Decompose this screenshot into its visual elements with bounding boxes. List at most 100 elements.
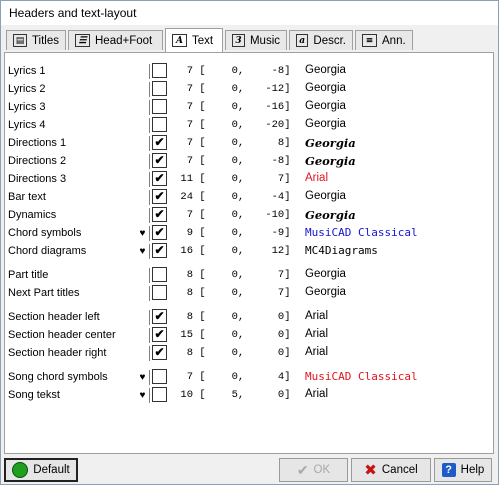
heart-icon[interactable] — [136, 100, 150, 115]
enable-checkbox[interactable]: ✔ — [152, 171, 167, 186]
enable-checkbox[interactable]: ✔ — [152, 225, 167, 240]
font-name[interactable]: Georgia — [305, 82, 346, 94]
size-offset-values[interactable]: 7 [ 0, 4] — [173, 371, 291, 383]
enable-checkbox[interactable] — [152, 267, 167, 282]
tab-label: Music — [249, 34, 280, 47]
font-name[interactable]: Georgia — [305, 208, 356, 222]
size-offset-values[interactable]: 7 [ 0, -8] — [173, 155, 291, 167]
enable-checkbox[interactable] — [152, 117, 167, 132]
tab-text[interactable]: A Text — [165, 28, 223, 52]
enable-checkbox[interactable]: ✔ — [152, 243, 167, 258]
font-name[interactable]: Arial — [305, 346, 328, 358]
font-name[interactable]: Georgia — [305, 286, 346, 298]
size-offset-values[interactable]: 8 [ 0, 7] — [173, 269, 291, 281]
font-name[interactable]: Georgia — [305, 136, 356, 150]
enable-checkbox[interactable] — [152, 387, 167, 402]
enable-checkbox[interactable]: ✔ — [152, 345, 167, 360]
size-offset-values[interactable]: 8 [ 0, 7] — [173, 287, 291, 299]
font-name[interactable]: MusiCAD Classical — [305, 226, 418, 239]
titles-icon: ▤ — [13, 34, 27, 47]
size-offset-values[interactable]: 7 [ 0, -8] — [173, 65, 291, 77]
dialog-window: Headers and text-layout ▤ Titles ☰ Head+… — [0, 0, 499, 485]
size-offset-values[interactable]: 8 [ 0, 0] — [173, 347, 291, 359]
size-offset-values[interactable]: 16 [ 0, 12] — [173, 245, 290, 257]
default-button-label: Default — [33, 464, 70, 476]
font-name[interactable]: Georgia — [305, 64, 346, 76]
tab-ann[interactable]: ≡ Ann. — [355, 30, 413, 50]
font-name[interactable]: Georgia — [305, 268, 346, 280]
heart-icon[interactable]: ♥ — [136, 244, 150, 259]
tab-descr[interactable]: a Descr. — [289, 30, 353, 50]
heart-icon[interactable] — [136, 118, 150, 133]
enable-checkbox[interactable]: ✔ — [152, 135, 167, 150]
cancel-button[interactable]: ✖ Cancel — [351, 458, 431, 482]
font-name[interactable]: Georgia — [305, 118, 346, 130]
heart-icon[interactable] — [136, 172, 150, 187]
font-name[interactable]: Arial — [305, 310, 328, 322]
heart-icon[interactable] — [136, 82, 150, 97]
heart-icon[interactable] — [136, 286, 150, 301]
row-label: Lyrics 1 — [8, 65, 46, 77]
heart-icon[interactable] — [136, 268, 150, 283]
font-name[interactable]: Arial — [305, 328, 328, 340]
row-label: Lyrics 2 — [8, 83, 46, 95]
tab-label: Descr. — [313, 34, 346, 47]
title-bar: Headers and text-layout — [1, 1, 498, 25]
font-size-value: 8 — [186, 347, 193, 359]
enable-checkbox[interactable]: ✔ — [152, 189, 167, 204]
size-offset-values[interactable]: 8 [ 0, 0] — [173, 311, 291, 323]
help-button[interactable]: ? Help — [434, 458, 492, 482]
heart-icon[interactable] — [136, 310, 150, 325]
font-name[interactable]: Georgia — [305, 154, 356, 168]
size-offset-values[interactable]: 10 [ 5, 0] — [173, 389, 290, 401]
enable-checkbox[interactable] — [152, 99, 167, 114]
heart-icon[interactable] — [136, 346, 150, 361]
tab-music[interactable]: 3 Music — [225, 30, 287, 50]
close-bracket: ] — [284, 311, 291, 323]
font-name[interactable]: MC4Diagrams — [305, 244, 378, 257]
tab-titles[interactable]: ▤ Titles — [6, 30, 66, 50]
font-name[interactable]: Georgia — [305, 100, 346, 112]
help-question-icon: ? — [441, 463, 456, 477]
enable-checkbox[interactable]: ✔ — [152, 207, 167, 222]
enable-checkbox[interactable] — [152, 285, 167, 300]
font-name[interactable]: Arial — [305, 172, 328, 184]
size-offset-values[interactable]: 7 [ 0, -20] — [173, 119, 291, 131]
heart-icon[interactable]: ♥ — [136, 370, 150, 385]
enable-checkbox[interactable] — [152, 63, 167, 78]
tab-headfoot[interactable]: ☰ Head+Foot — [68, 30, 163, 50]
heart-icon[interactable] — [136, 64, 150, 79]
heart-icon[interactable] — [136, 136, 150, 151]
heart-icon[interactable] — [136, 208, 150, 223]
close-bracket: ] — [284, 83, 291, 95]
enable-checkbox[interactable]: ✔ — [152, 327, 167, 342]
tab-label: Titles — [31, 34, 59, 47]
y-offset-value: 4 — [277, 371, 285, 383]
size-offset-values[interactable]: 11 [ 0, 7] — [173, 173, 290, 185]
close-bracket: ] — [284, 119, 291, 131]
ok-button[interactable]: ✔ OK — [279, 458, 348, 482]
size-offset-values[interactable]: 15 [ 0, 0] — [173, 329, 290, 341]
enable-checkbox[interactable]: ✔ — [152, 153, 167, 168]
font-name[interactable]: MusiCAD Classical — [305, 370, 418, 383]
heart-icon[interactable] — [136, 328, 150, 343]
open-bracket: [ — [193, 389, 212, 401]
size-offset-values[interactable]: 7 [ 0, -12] — [173, 83, 291, 95]
heart-icon[interactable] — [136, 154, 150, 169]
size-offset-values[interactable]: 7 [ 0, 8] — [173, 137, 291, 149]
size-offset-values[interactable]: 7 [ 0, -10] — [173, 209, 291, 221]
heart-icon[interactable]: ♥ — [136, 388, 150, 403]
size-offset-values[interactable]: 7 [ 0, -16] — [173, 101, 291, 113]
heart-icon[interactable]: ♥ — [136, 226, 150, 241]
enable-checkbox[interactable] — [152, 369, 167, 384]
open-bracket: [ — [193, 287, 212, 299]
heart-icon[interactable] — [136, 190, 150, 205]
size-offset-values[interactable]: 9 [ 0, -9] — [173, 227, 291, 239]
font-name[interactable]: Georgia — [305, 190, 346, 202]
size-offset-values[interactable]: 24 [ 0, -4] — [173, 191, 290, 203]
enable-checkbox[interactable]: ✔ — [152, 309, 167, 324]
font-name[interactable]: Arial — [305, 388, 328, 400]
enable-checkbox[interactable] — [152, 81, 167, 96]
default-button[interactable]: Default — [4, 458, 78, 482]
layout-row: Lyrics 3 7 [ 0, -16] Georgia — [5, 99, 493, 115]
